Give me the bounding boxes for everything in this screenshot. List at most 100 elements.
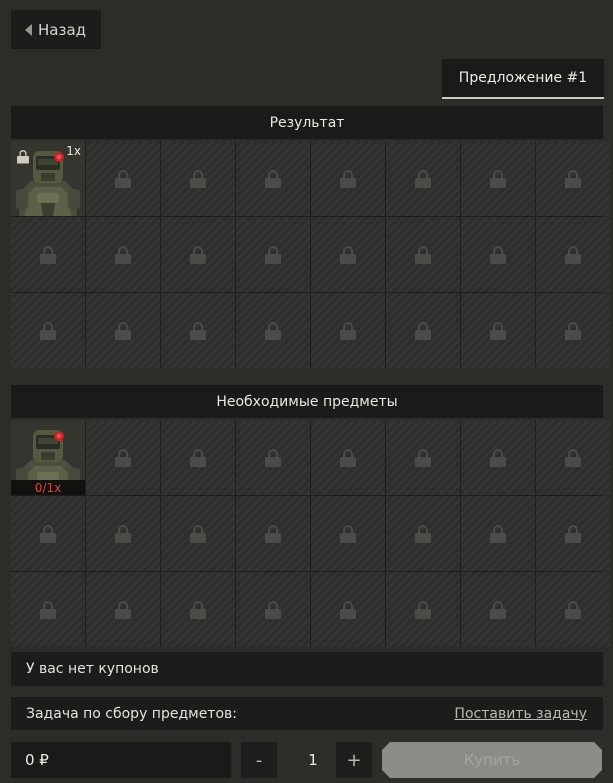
locked-slot: [86, 141, 160, 216]
lock-icon: [340, 600, 356, 619]
locked-slot: [11, 572, 85, 647]
lock-icon: [190, 448, 206, 467]
locked-slot: [386, 141, 460, 216]
buy-button[interactable]: Купить: [382, 742, 602, 778]
locked-slot: [311, 420, 385, 495]
lock-icon: [490, 524, 506, 543]
coupon-message: У вас нет купонов: [26, 661, 159, 677]
locked-slot: [86, 293, 160, 368]
lock-icon: [115, 321, 131, 340]
locked-slot: [161, 420, 235, 495]
item-slot[interactable]: 0/1x: [11, 420, 85, 495]
locked-slot: [161, 217, 235, 292]
locked-slot: [311, 293, 385, 368]
locked-slot: [236, 572, 310, 647]
locked-slot: [536, 293, 610, 368]
lock-icon: [265, 524, 281, 543]
locked-slot: [311, 141, 385, 216]
lock-icon: [565, 600, 581, 619]
locked-slot: [311, 217, 385, 292]
lock-icon: [115, 600, 131, 619]
lock-icon: [340, 169, 356, 188]
locked-slot: [311, 496, 385, 571]
lock-icon: [190, 321, 206, 340]
lock-icon: [340, 524, 356, 543]
quantity-value[interactable]: 1: [283, 742, 343, 778]
lock-icon: [265, 169, 281, 188]
back-label: Назад: [38, 20, 87, 39]
locked-slot: [461, 293, 535, 368]
decrease-button[interactable]: -: [241, 742, 277, 778]
lock-icon: [40, 524, 56, 543]
task-bar: Задача по сбору предметов: Поставить зад…: [11, 697, 603, 730]
lock-icon: [340, 245, 356, 264]
locked-slot: [536, 420, 610, 495]
locked-slot: [386, 496, 460, 571]
result-grid: 1x: [11, 141, 610, 368]
lock-icon: [565, 169, 581, 188]
locked-slot: [161, 572, 235, 647]
item-slot[interactable]: 1x: [11, 141, 85, 216]
lock-icon: [490, 321, 506, 340]
locked-slot: [386, 572, 460, 647]
result-header: Результат: [11, 106, 603, 139]
coupon-bar: У вас нет купонов: [11, 652, 603, 686]
increase-button[interactable]: +: [336, 742, 372, 778]
required-count: 0/1x: [11, 480, 85, 495]
lock-icon: [415, 321, 431, 340]
lock-icon: [265, 245, 281, 264]
locked-slot: [236, 496, 310, 571]
lock-icon: [565, 321, 581, 340]
tab-offer-1[interactable]: Предложение #1: [442, 59, 604, 99]
task-label: Задача по сбору предметов:: [26, 705, 237, 722]
locked-slot: [536, 496, 610, 571]
lock-icon: [115, 524, 131, 543]
item-quantity: 1x: [66, 144, 81, 158]
lock-icon: [265, 321, 281, 340]
required-header: Необходимые предметы: [11, 385, 603, 418]
locked-slot: [236, 217, 310, 292]
locked-slot: [161, 293, 235, 368]
locked-slot: [461, 572, 535, 647]
locked-slot: [161, 496, 235, 571]
lock-icon: [490, 448, 506, 467]
lock-icon: [265, 448, 281, 467]
lock-icon: [340, 321, 356, 340]
lock-icon: [490, 245, 506, 264]
lock-icon: [565, 448, 581, 467]
lock-icon: [40, 245, 56, 264]
locked-slot: [536, 572, 610, 647]
lock-icon: [490, 169, 506, 188]
locked-slot: [11, 496, 85, 571]
locked-slot: [461, 496, 535, 571]
lock-icon: [115, 448, 131, 467]
lock-icon: [415, 169, 431, 188]
back-arrow-icon: [25, 23, 32, 36]
lock-icon: [190, 245, 206, 264]
set-task-link[interactable]: Поставить задачу: [454, 706, 587, 722]
locked-slot: [86, 420, 160, 495]
lock-icon: [40, 321, 56, 340]
price-display: 0 ₽: [11, 742, 231, 778]
locked-slot: [386, 217, 460, 292]
locked-slot: [461, 141, 535, 216]
locked-slot: [536, 217, 610, 292]
locked-slot: [386, 293, 460, 368]
lock-icon: [265, 600, 281, 619]
back-button[interactable]: Назад: [11, 10, 101, 49]
lock-icon: [190, 524, 206, 543]
locked-slot: [86, 217, 160, 292]
locked-slot: [461, 217, 535, 292]
locked-slot: [236, 141, 310, 216]
locked-slot: [86, 572, 160, 647]
lock-icon: [415, 448, 431, 467]
lock-icon: [115, 245, 131, 264]
lock-icon: [190, 169, 206, 188]
lock-icon: [415, 600, 431, 619]
locked-slot: [461, 420, 535, 495]
required-grid: 0/1x: [11, 420, 610, 647]
lock-icon: [415, 524, 431, 543]
lock-icon: [190, 600, 206, 619]
lock-icon: [565, 245, 581, 264]
locked-slot: [11, 293, 85, 368]
